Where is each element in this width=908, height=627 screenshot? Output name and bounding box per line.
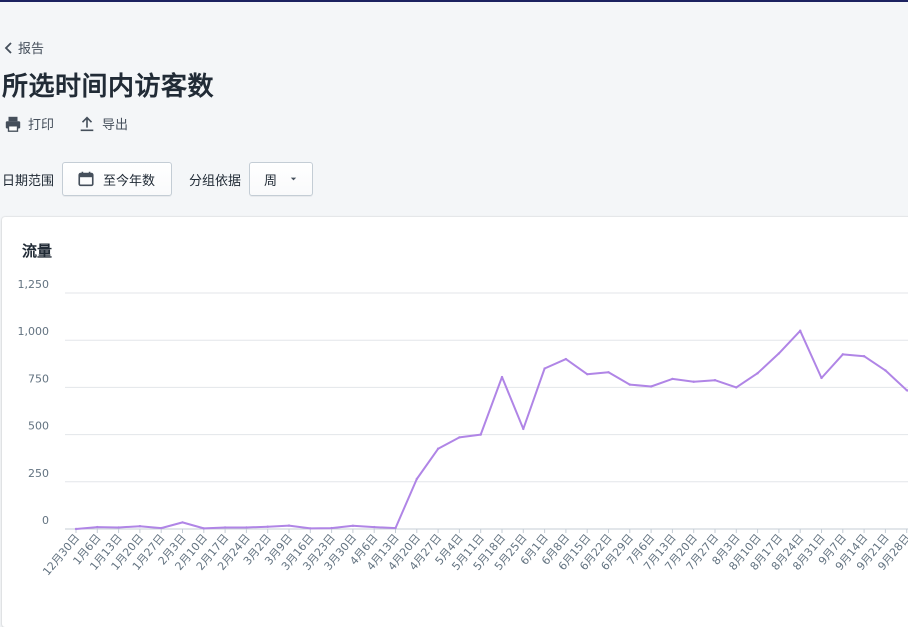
data-point — [138, 524, 142, 528]
data-point — [586, 372, 589, 376]
data-point — [330, 526, 333, 530]
y-tick-label: 0 — [42, 514, 49, 527]
data-point — [245, 526, 248, 529]
data-point — [351, 524, 355, 527]
date-range-label: 日期范围 — [2, 173, 55, 189]
data-point — [607, 371, 610, 374]
traffic-line-chart: 02505007501,0001,25012月30日1月6日1月13日1月20日… — [18, 278, 908, 578]
group-by-value: 周 — [264, 173, 278, 189]
print-button[interactable]: 打印 — [4, 114, 54, 133]
group-by-label: 分组依据 — [189, 173, 242, 189]
data-point — [500, 375, 504, 379]
data-point — [202, 527, 205, 530]
y-tick-label: 250 — [28, 467, 49, 480]
chevron-left-icon — [4, 41, 12, 54]
data-point — [777, 352, 781, 355]
data-point — [96, 525, 99, 529]
data-point — [309, 527, 312, 530]
page-actions: 打印 导出 — [4, 114, 128, 133]
data-point — [649, 385, 653, 388]
data-point — [74, 527, 78, 531]
printer-icon — [5, 116, 21, 132]
data-point — [181, 521, 184, 524]
data-point — [564, 357, 568, 361]
date-range-value: 至今年数 — [103, 173, 156, 189]
top-accent-bar — [0, 0, 908, 2]
data-point — [820, 376, 823, 380]
calendar-icon — [78, 171, 94, 187]
data-point — [436, 447, 440, 450]
data-point — [394, 526, 397, 530]
data-point — [671, 377, 674, 381]
data-point — [373, 525, 376, 529]
data-point — [692, 380, 695, 383]
breadcrumb[interactable]: 报告 — [4, 38, 44, 57]
data-point — [287, 524, 291, 527]
data-point — [884, 369, 887, 372]
date-range-button[interactable]: 至今年数 — [62, 162, 173, 196]
data-point — [479, 433, 482, 436]
data-point — [862, 355, 866, 358]
y-tick-label: 1,000 — [18, 325, 50, 338]
data-point — [713, 379, 717, 382]
data-point — [266, 525, 269, 528]
data-point — [415, 477, 418, 481]
data-point — [756, 372, 759, 375]
data-point — [223, 526, 227, 529]
breadcrumb-label: 报告 — [18, 42, 45, 57]
traffic-card: 流量 0 250 500 750 1,000 1,250 12月30日 1月6日 1月13日 1月… — [2, 217, 908, 627]
data-point — [841, 353, 844, 356]
series-line — [75, 329, 908, 530]
filter-bar: 日期范围 至今年数 分组依据 周 — [2, 162, 314, 196]
group-by-select[interactable]: 周 — [249, 162, 314, 196]
data-point — [735, 386, 738, 389]
upload-icon — [80, 116, 94, 131]
export-label: 导出 — [102, 118, 129, 133]
print-label: 打印 — [28, 118, 55, 133]
data-point — [628, 383, 631, 386]
export-button[interactable]: 导出 — [78, 114, 128, 133]
y-tick-label: 1,250 — [18, 278, 50, 291]
caret-down-icon — [290, 177, 297, 181]
y-tick-label: 500 — [28, 420, 49, 433]
data-point — [799, 329, 802, 332]
page-title: 所选时间内访客数 — [2, 72, 215, 102]
data-point — [117, 526, 120, 529]
y-tick-label: 750 — [28, 372, 49, 385]
data-point — [522, 427, 525, 431]
data-point — [458, 436, 461, 439]
data-point — [543, 367, 546, 370]
data-point — [160, 526, 163, 530]
